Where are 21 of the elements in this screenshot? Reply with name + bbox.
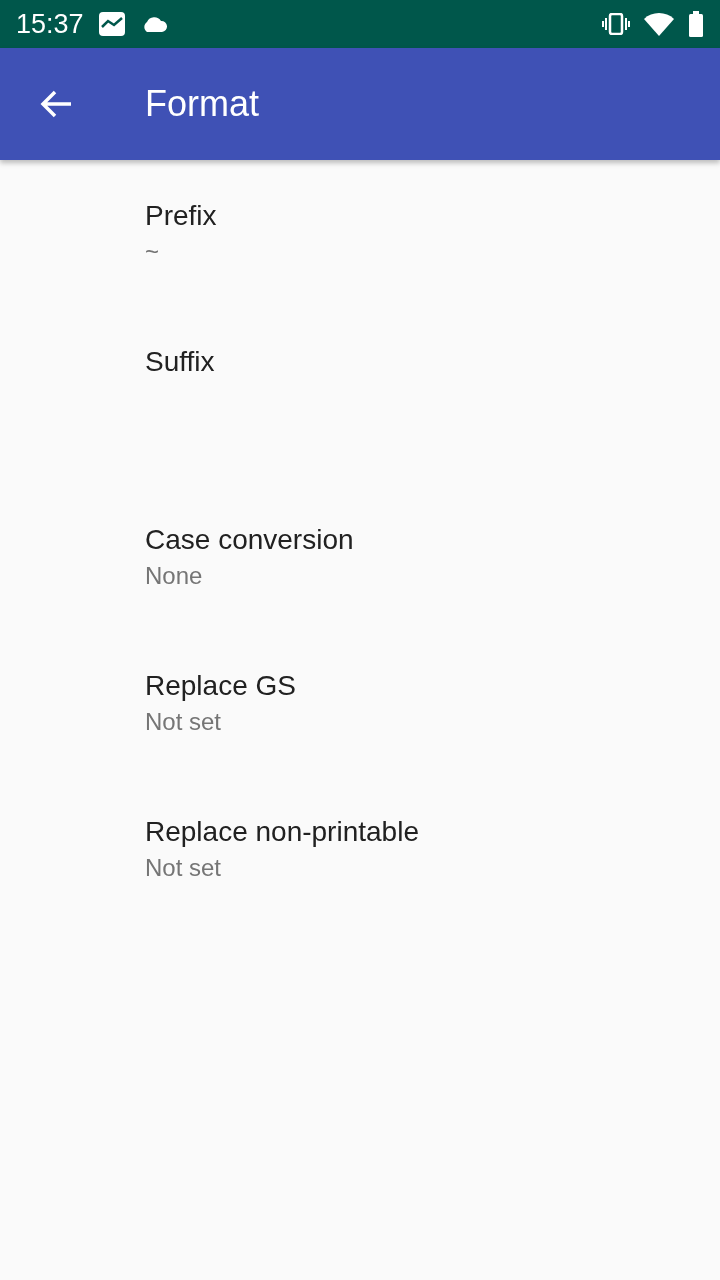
image-icon — [97, 11, 126, 37]
preference-summary: None — [145, 561, 203, 591]
screen-title: Format — [145, 83, 259, 125]
preference-title: Prefix — [145, 199, 217, 233]
preference-title: Suffix — [145, 345, 215, 379]
preference-summary: Not set — [145, 853, 222, 883]
wifi-icon — [644, 12, 674, 36]
preference-summary: ~ — [145, 237, 159, 267]
preference-item[interactable]: Prefix ~ — [0, 160, 720, 306]
preference-item[interactable]: Replace non-printable Not set — [0, 776, 720, 922]
preference-item[interactable]: Suffix — [0, 306, 720, 484]
preference-summary: Not set — [145, 707, 222, 737]
vibrate-icon — [602, 13, 630, 35]
preference-item[interactable]: Replace GS Not set — [0, 630, 720, 776]
preference-item[interactable]: Case conversion None — [0, 484, 720, 630]
preference-title: Replace GS — [145, 669, 296, 703]
preference-title: Case conversion — [145, 523, 354, 557]
preference-title: Replace non-printable — [145, 815, 419, 849]
back-arrow-icon — [39, 89, 73, 119]
battery-icon — [688, 11, 704, 37]
clock: 15:37 — [16, 8, 84, 40]
